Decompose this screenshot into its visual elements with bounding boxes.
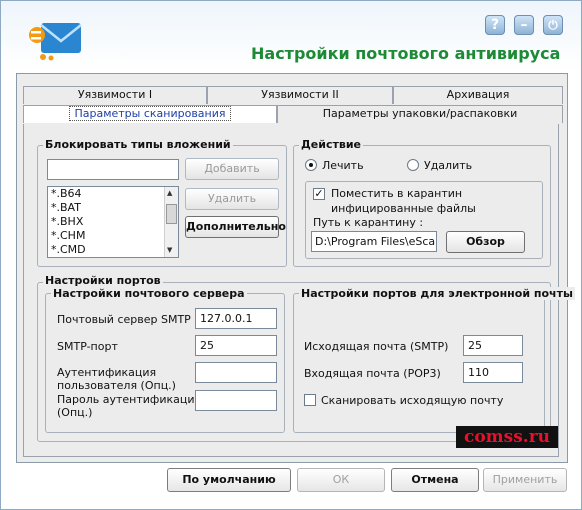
list-item[interactable]: *.CHM bbox=[48, 229, 178, 243]
tab-label: Параметры сканирования bbox=[69, 106, 231, 121]
quarantine-checkbox[interactable]: ✓ bbox=[313, 188, 325, 200]
incoming-mail-input[interactable]: 110 bbox=[463, 362, 523, 383]
auth-user-label-line1: Аутентификация bbox=[57, 366, 157, 379]
tab-vulnerabilities-1[interactable]: Уязвимости I bbox=[23, 86, 207, 104]
add-button[interactable]: Добавить bbox=[185, 158, 279, 180]
tab-label: Уязвимости II bbox=[261, 88, 339, 101]
window-title: Настройки почтового антивируса bbox=[251, 44, 561, 63]
smtp-server-input[interactable]: 127.0.0.1 bbox=[195, 308, 277, 329]
tab-archiving[interactable]: Архивация bbox=[393, 86, 563, 104]
cure-label: Лечить bbox=[322, 159, 364, 172]
list-item[interactable]: *.CMD bbox=[48, 243, 178, 257]
smtp-server-label: Почтовый сервер SMTP bbox=[57, 313, 191, 326]
scroll-down-icon[interactable]: ▼ bbox=[167, 246, 172, 254]
scroll-up-icon[interactable]: ▲ bbox=[167, 189, 172, 197]
ports-title: Настройки портов bbox=[43, 274, 163, 287]
help-icon[interactable]: ? bbox=[485, 15, 505, 35]
incoming-mail-label: Входящая почта (POP3) bbox=[304, 367, 441, 380]
delete-label: Удалить bbox=[424, 159, 473, 172]
quarantine-path-input[interactable]: D:\Program Files\eScan\Q bbox=[311, 231, 437, 252]
auth-password-label-line1: Пароль аутентификации bbox=[57, 393, 202, 406]
browse-button[interactable]: Обзор bbox=[446, 231, 525, 253]
scroll-thumb[interactable] bbox=[166, 204, 177, 224]
delete-radio[interactable] bbox=[407, 159, 419, 171]
list-scrollbar[interactable]: ▲ ▼ bbox=[164, 187, 178, 257]
settings-window: Настройки почтового антивируса ? – ⏻ Уяз… bbox=[0, 0, 582, 510]
attachment-type-input[interactable] bbox=[47, 159, 179, 180]
mail-server-title: Настройки почтового сервера bbox=[51, 287, 247, 300]
minimize-icon[interactable]: – bbox=[514, 15, 534, 35]
remove-button[interactable]: Удалить bbox=[185, 188, 279, 210]
default-button[interactable]: По умолчанию bbox=[167, 468, 291, 492]
smtp-port-label: SMTP-порт bbox=[57, 340, 118, 353]
tab-vulnerabilities-2[interactable]: Уязвимости II bbox=[207, 86, 393, 104]
list-item[interactable]: *.B64 bbox=[48, 187, 178, 201]
list-item[interactable]: *.BHX bbox=[48, 215, 178, 229]
cancel-button[interactable]: Отмена bbox=[391, 468, 479, 492]
mail-logo-icon bbox=[29, 23, 82, 61]
header: Настройки почтового антивируса ? – ⏻ bbox=[1, 1, 581, 73]
ok-button[interactable]: ОК bbox=[297, 468, 385, 492]
quarantine-path-label: Путь к карантину : bbox=[313, 216, 424, 229]
block-attachments-title: Блокировать типы вложений bbox=[43, 138, 233, 151]
list-item[interactable]: *.BAT bbox=[48, 201, 178, 215]
tab-label: Архивация bbox=[446, 88, 510, 101]
watermark: comss.ru bbox=[456, 426, 558, 448]
smtp-port-input[interactable]: 25 bbox=[195, 335, 277, 356]
tab-pack-unpack-parameters[interactable]: Параметры упаковки/распаковки bbox=[277, 105, 563, 123]
auth-password-label-line2: (Опц.) bbox=[57, 406, 93, 419]
attachment-types-list[interactable]: *.B64 *.BAT *.BHX *.CHM *.CMD ▲ ▼ bbox=[47, 186, 179, 258]
apply-button[interactable]: Применить bbox=[483, 468, 567, 492]
quarantine-label-line2: инфицированные файлы bbox=[331, 202, 476, 215]
power-icon[interactable]: ⏻ bbox=[543, 15, 563, 35]
quarantine-label-line1: Поместить в карантин bbox=[331, 187, 463, 200]
email-ports-title: Настройки портов для электронной почты bbox=[299, 287, 575, 300]
tab-label: Параметры упаковки/распаковки bbox=[322, 107, 518, 120]
outgoing-mail-label: Исходящая почта (SMTP) bbox=[304, 340, 449, 353]
auth-user-label-line2: пользователя (Опц.) bbox=[57, 379, 176, 392]
cure-radio[interactable] bbox=[305, 159, 317, 171]
scan-outgoing-label: Сканировать исходящую почту bbox=[321, 394, 504, 407]
tab-scan-parameters[interactable]: Параметры сканирования bbox=[23, 105, 277, 123]
scan-outgoing-checkbox[interactable] bbox=[304, 394, 316, 406]
action-title: Действие bbox=[299, 138, 363, 151]
auth-password-input[interactable] bbox=[195, 390, 277, 411]
advanced-button[interactable]: Дополнительно bbox=[185, 216, 286, 238]
auth-user-input[interactable] bbox=[195, 362, 277, 383]
outgoing-mail-input[interactable]: 25 bbox=[463, 335, 523, 356]
tab-label: Уязвимости I bbox=[77, 88, 153, 101]
